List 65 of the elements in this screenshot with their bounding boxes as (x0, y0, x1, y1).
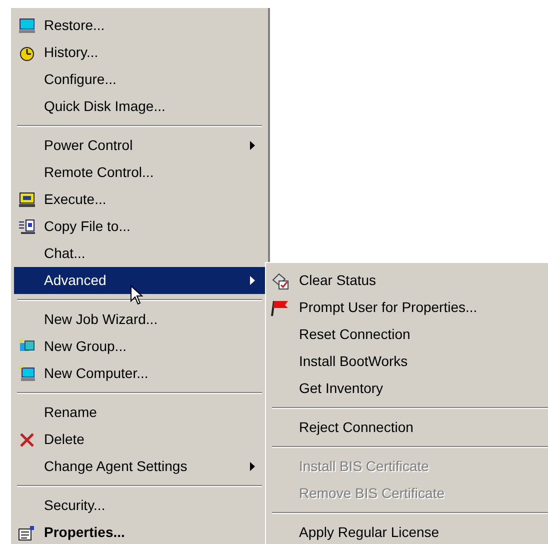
menu-item[interactable]: Quick Disk Image... (14, 93, 265, 120)
menu-item[interactable]: Security... (14, 492, 265, 519)
menu-item-label: Properties... (44, 523, 126, 542)
submenu-arrow-icon (250, 462, 255, 471)
menu-item-label: Install BootWorks (299, 352, 408, 371)
menu-item[interactable]: Execute... (14, 186, 265, 213)
menu-item[interactable]: Rename (14, 399, 265, 426)
menu-item[interactable]: Prompt User for Properties... (269, 294, 548, 321)
menu-item-label: Clear Status (299, 271, 376, 290)
menu-item[interactable]: Restore... (14, 12, 265, 39)
computer-icon (18, 366, 36, 382)
menu-item[interactable]: Reject Connection (269, 414, 548, 441)
menu-item-label: Remote Control... (44, 163, 155, 182)
delete-icon (18, 432, 36, 448)
menu-item-label: Security... (44, 496, 106, 515)
menu-item[interactable]: New Computer... (14, 360, 265, 387)
menu-item[interactable]: Reset Connection (269, 321, 548, 348)
menu-item[interactable]: Advanced (14, 267, 265, 294)
flag-icon (271, 298, 291, 316)
menu-item[interactable]: History... (14, 39, 265, 66)
submenu-arrow-icon (250, 276, 255, 285)
menu-item-label: Remove BIS Certificate (299, 484, 444, 503)
menu-item-label: Change Agent Settings (44, 457, 188, 476)
menu-item-label: Install BIS Certificate (299, 457, 429, 476)
menu-item[interactable]: Chat... (14, 240, 265, 267)
menu-item-label: Copy File to... (44, 217, 132, 236)
network-computer-icon (18, 218, 36, 234)
menu-item-label: Chat... (44, 244, 86, 263)
menu-item-label: Restore... (44, 16, 106, 35)
menu-item[interactable]: Get Inventory (269, 375, 548, 402)
menu-item-label: New Job Wizard... (44, 310, 159, 329)
menu-item-label: History... (44, 43, 100, 62)
menu-item[interactable]: Delete (14, 426, 265, 453)
eraser-check-icon (271, 272, 291, 290)
menu-item-label: Reset Connection (299, 325, 410, 344)
menu-item-label: Prompt User for Properties... (299, 298, 478, 317)
computer-icon (18, 18, 36, 34)
monitor-icon (18, 192, 36, 208)
menu-item[interactable]: Install BootWorks (269, 348, 548, 375)
menu-item[interactable]: Power Control (14, 132, 265, 159)
menu-item[interactable]: Remote Control... (14, 159, 265, 186)
menu-item-label: Rename (44, 403, 98, 422)
menu-item-label: Advanced (44, 271, 108, 290)
menu-item[interactable]: Copy File to... (14, 213, 265, 240)
clock-icon (18, 44, 36, 60)
submenu-arrow-icon (250, 141, 255, 150)
menu-item-label: Get Inventory (299, 379, 384, 398)
properties-icon (18, 524, 36, 540)
menu-item[interactable]: Apply Regular License (269, 519, 548, 544)
mouse-cursor-icon (130, 285, 144, 305)
menu-item[interactable]: New Job Wizard... (14, 306, 265, 333)
menu-item-label: Apply Regular License (299, 523, 440, 542)
menu-item-label: Execute... (44, 190, 108, 209)
menu-item[interactable]: Change Agent Settings (14, 453, 265, 480)
menu-item-label: New Computer... (44, 364, 150, 383)
menu-item-label: New Group... (44, 337, 128, 356)
menu-item-label: Delete (44, 430, 86, 449)
menu-item[interactable]: Properties... (14, 519, 265, 544)
menu-item[interactable]: Configure... (14, 66, 265, 93)
menu-item[interactable]: New Group... (14, 333, 265, 360)
menu-item-label: Reject Connection (299, 418, 414, 437)
menu-item[interactable]: Clear Status (269, 267, 548, 294)
menu-item-label: Configure... (44, 70, 118, 89)
menu-item-label: Quick Disk Image... (44, 97, 166, 116)
menu-item-label: Power Control (44, 136, 134, 155)
